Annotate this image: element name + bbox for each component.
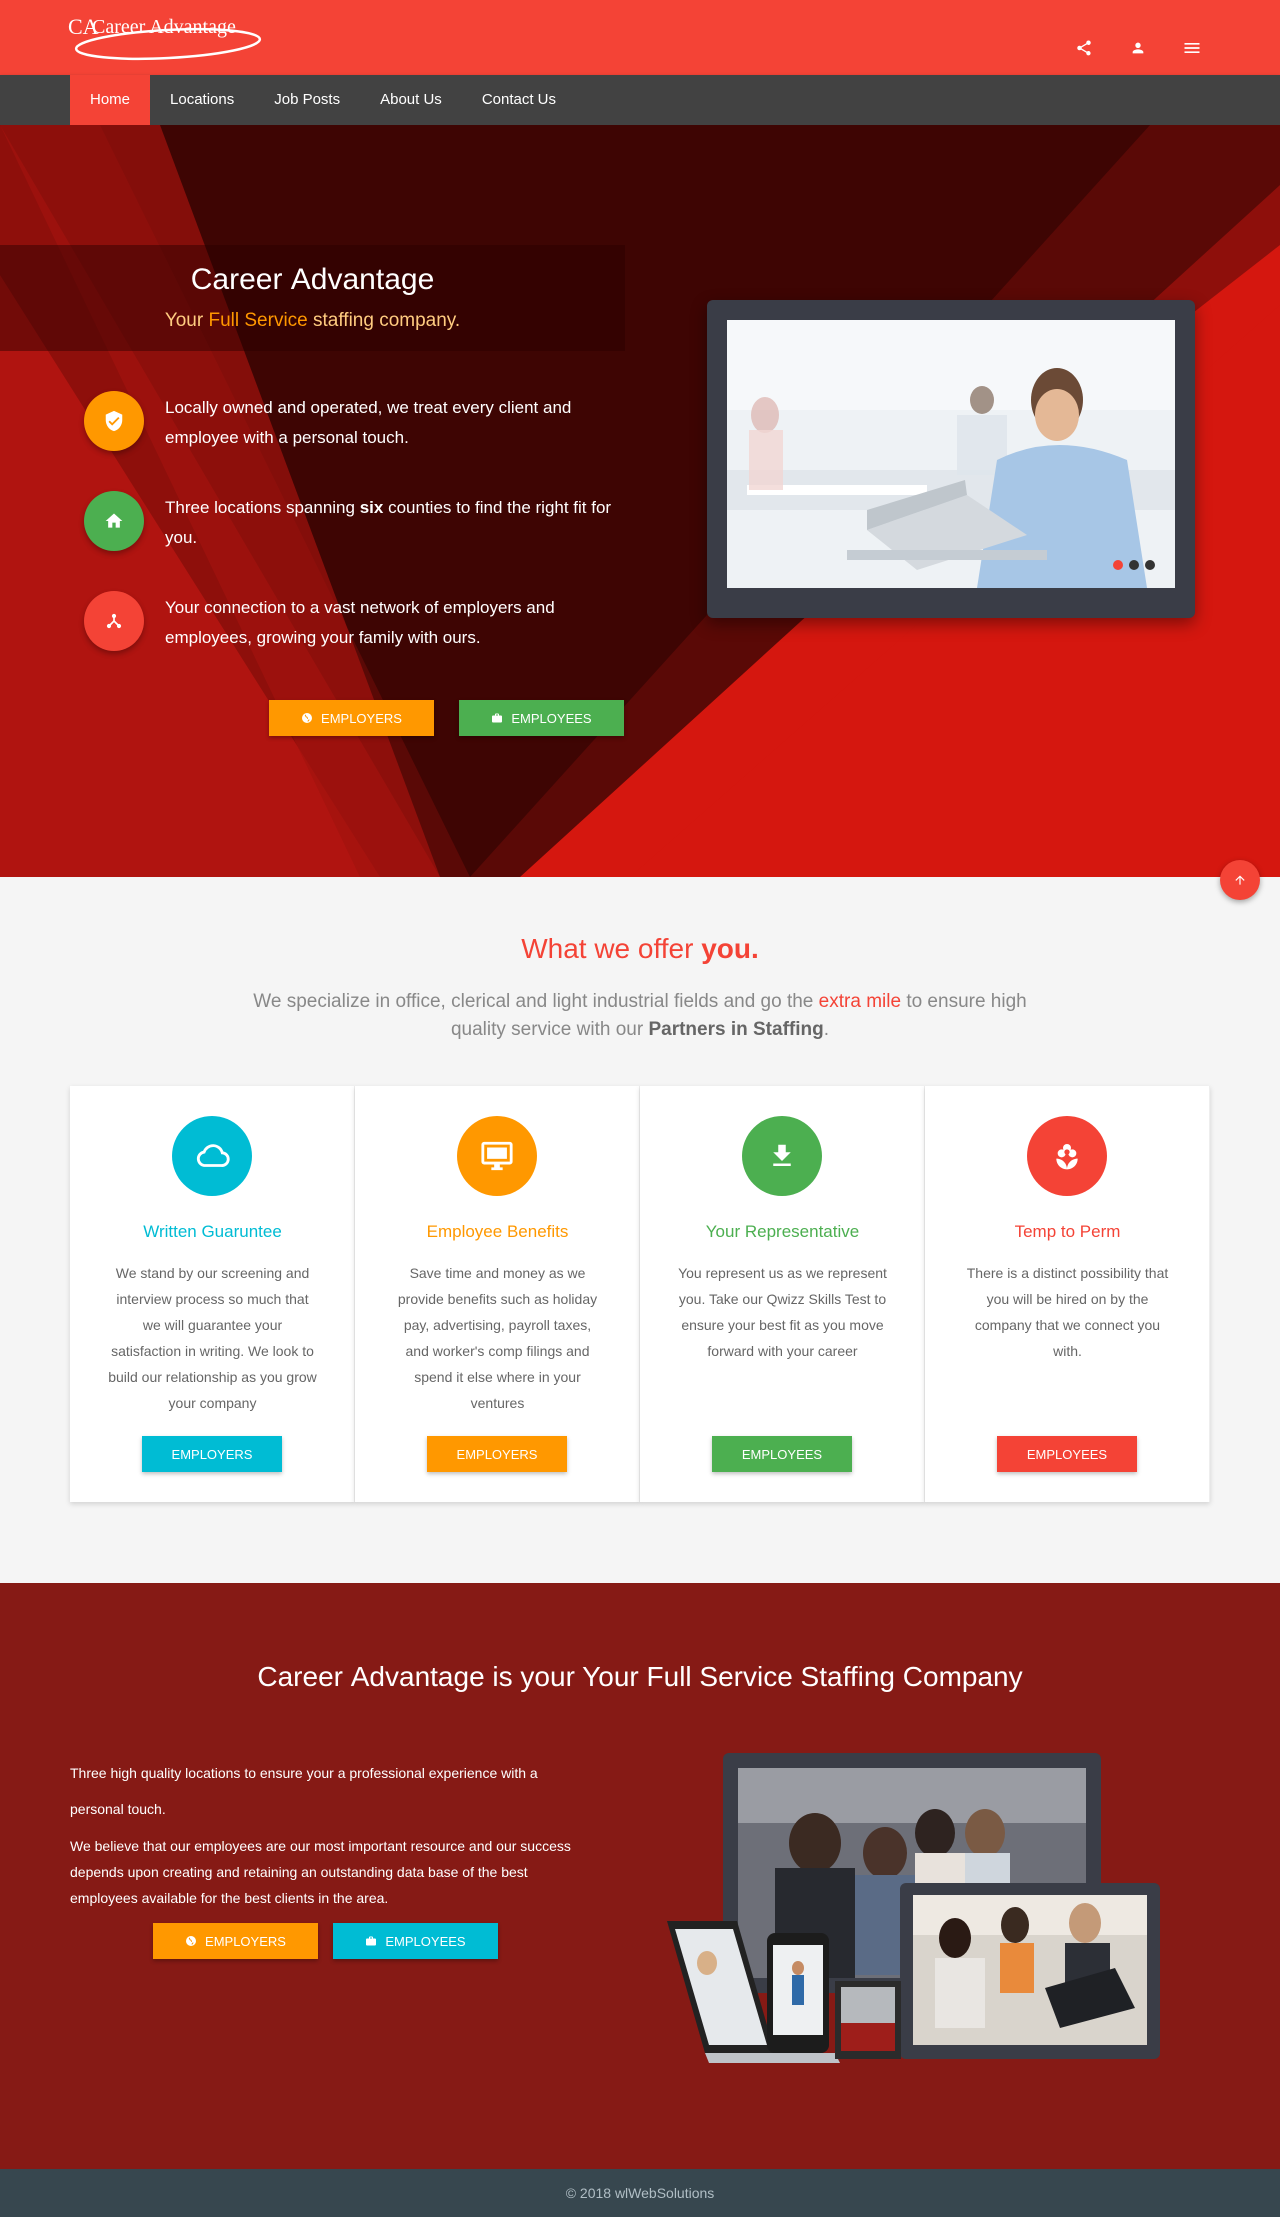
nav-item-contact-us[interactable]: Contact Us xyxy=(462,75,576,125)
hero-feature-text: Three locations spanning six counties to… xyxy=(165,498,612,547)
hero-feature-text: Locally owned and operated, we treat eve… xyxy=(165,398,572,447)
home-icon xyxy=(84,491,144,551)
staffing-employers-button[interactable]: Employers xyxy=(153,1923,318,1959)
verified-shield-icon xyxy=(84,391,144,451)
hero-title: Career Advantage xyxy=(190,263,435,296)
menu-icon[interactable] xyxy=(1182,38,1202,58)
footer: © 2018 wlWebSolutions xyxy=(0,2169,1280,2217)
briefcase-icon xyxy=(366,1936,377,1946)
staffing-title: Career Advantage is your Your Full Servi… xyxy=(257,1661,1023,1692)
monitor-icon xyxy=(457,1116,537,1196)
download-icon xyxy=(742,1116,822,1196)
card-employees-button[interactable]: Employees xyxy=(712,1436,852,1472)
offer-card: Your Representative You represent us as … xyxy=(640,1086,925,1502)
share-icon[interactable] xyxy=(1074,38,1094,58)
card-title: Your Representative xyxy=(705,1222,860,1241)
globe-icon xyxy=(186,1936,197,1946)
logo-text: Career Advantage xyxy=(92,16,236,38)
offer-card: Written Guaruntee We stand by our screen… xyxy=(70,1086,355,1502)
offer-cards: Written Guaruntee We stand by our screen… xyxy=(70,1086,1210,1502)
main-nav: Home Locations Job Posts About Us Contac… xyxy=(0,75,1280,125)
footer-copyright: © 2018 wlWebSolutions xyxy=(565,2185,715,2201)
hero-monitor xyxy=(707,300,1195,618)
staffing-section: Career Advantage is your Your Full Servi… xyxy=(0,1583,1280,2169)
account-icon[interactable] xyxy=(1128,38,1148,58)
card-text: You represent us as we represent you. Ta… xyxy=(678,1265,887,1359)
briefcase-icon xyxy=(492,713,503,723)
nav-item-home[interactable]: Home xyxy=(70,75,151,125)
carousel-dot[interactable] xyxy=(1145,560,1155,570)
hero-section: Career Advantage Your Full Service staff… xyxy=(0,125,1280,877)
nav-item-locations[interactable]: Locations xyxy=(150,75,254,125)
card-title: Temp to Perm xyxy=(1014,1222,1121,1241)
card-title: Employee Benefits xyxy=(426,1222,569,1241)
scroll-to-top-button[interactable] xyxy=(1220,860,1260,900)
card-text: We stand by our screening and interview … xyxy=(108,1265,317,1411)
staffing-paragraph: Three high quality locations to ensure y… xyxy=(70,1765,538,1817)
carousel-indicators xyxy=(1113,560,1155,570)
card-text: Save time and money as we provide benefi… xyxy=(397,1265,598,1411)
nav-item-job-posts[interactable]: Job Posts xyxy=(254,75,360,125)
top-app-bar: CA Career Advantage xyxy=(0,0,1280,75)
globe-icon xyxy=(302,713,313,723)
hero-employees-button[interactable]: Employees xyxy=(459,700,624,736)
card-employees-button[interactable]: Employees xyxy=(997,1436,1137,1472)
brand-logo[interactable]: CA Career Advantage xyxy=(68,10,268,65)
card-title: Written Guaruntee xyxy=(143,1222,282,1241)
offer-description: We specialize in office, clerical and li… xyxy=(253,991,1027,1040)
flower-icon xyxy=(1027,1116,1107,1196)
carousel-dot[interactable] xyxy=(1113,560,1123,570)
hero-subtitle: Your Full Service staffing company. xyxy=(164,310,461,331)
staffing-employees-button[interactable]: Employees xyxy=(333,1923,498,1959)
carousel-dot[interactable] xyxy=(1129,560,1139,570)
offer-card: Temp to Perm There is a distinct possibi… xyxy=(925,1086,1210,1502)
carousel-image[interactable] xyxy=(727,320,1175,588)
card-text: There is a distinct possibility that you… xyxy=(966,1265,1169,1359)
hero-employers-button[interactable]: Employers xyxy=(269,700,434,736)
nav-item-about-us[interactable]: About Us xyxy=(360,75,462,125)
card-employers-button[interactable]: Employers xyxy=(427,1436,567,1472)
cloud-icon xyxy=(172,1116,252,1196)
devices-illustration xyxy=(665,1753,1175,2083)
hero-title-box: Career Advantage Your Full Service staff… xyxy=(0,245,625,351)
offer-title: What we offer you. xyxy=(521,933,759,964)
card-employers-button[interactable]: Employers xyxy=(142,1436,282,1472)
staffing-paragraph: We believe that our employees are our mo… xyxy=(70,1838,571,1906)
arrow-up-icon xyxy=(1235,875,1245,885)
hero-feature-text: Your connection to a vast network of emp… xyxy=(165,598,555,647)
offer-card: Employee Benefits Save time and money as… xyxy=(355,1086,640,1502)
staffing-text: Three high quality locations to ensure y… xyxy=(70,1755,580,1921)
network-icon xyxy=(84,591,144,651)
